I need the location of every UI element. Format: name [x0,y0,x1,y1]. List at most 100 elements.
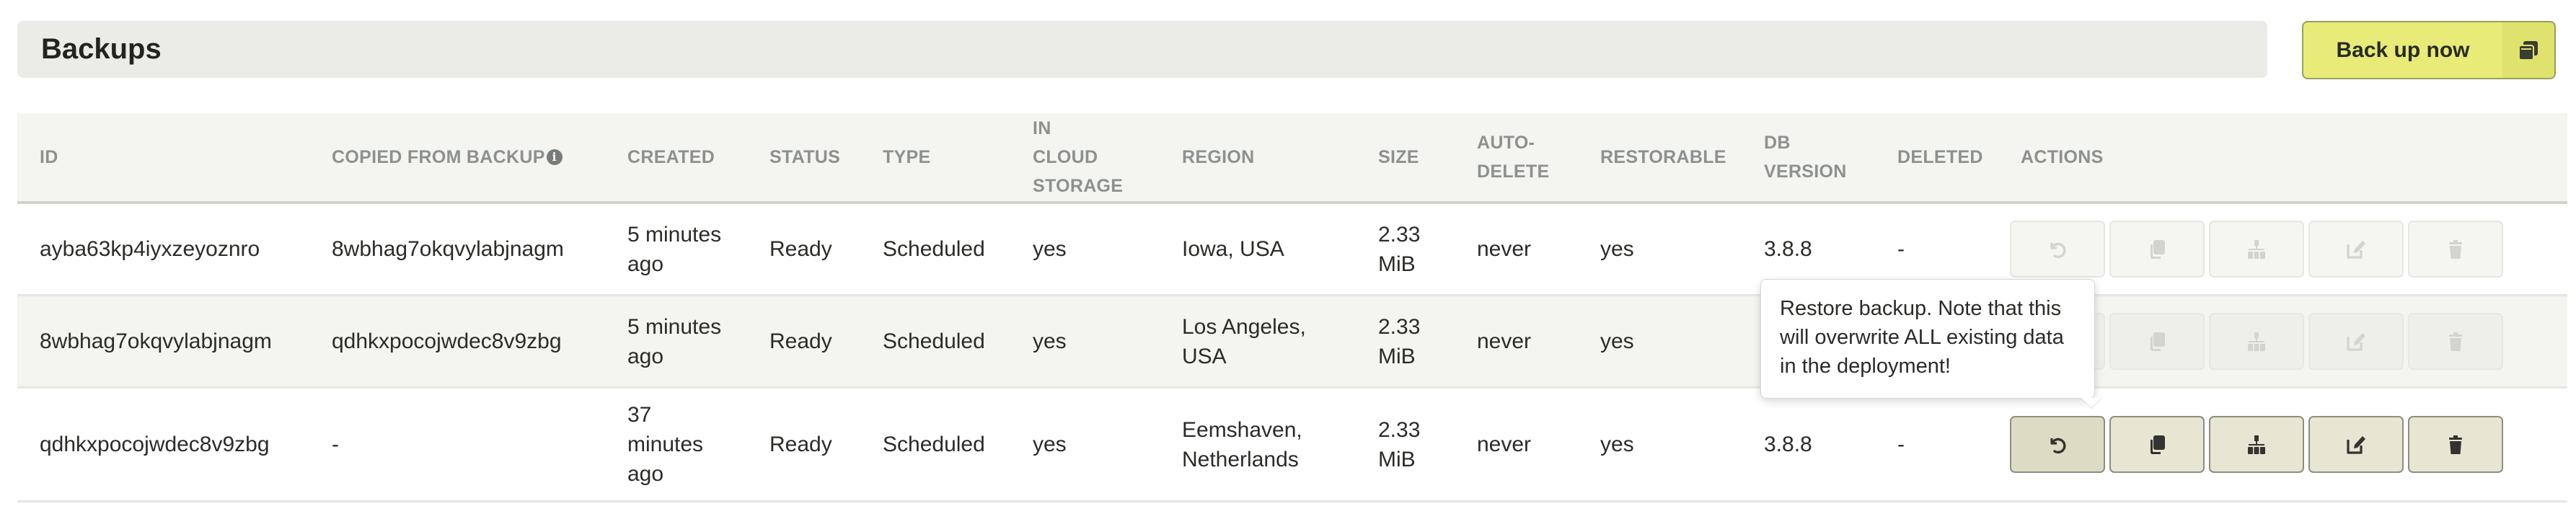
cell-status: Ready [769,329,832,353]
cell-region: Los Angeles, USA [1182,314,1306,368]
edit-icon [2345,331,2367,353]
clone-icon [2146,331,2168,353]
column-header-label: STATUS [769,147,841,167]
column-header-deleted: DELETED [1897,113,2013,201]
cell-size: 2.33 MiB [1378,417,1421,471]
column-header-created: CREATED [627,113,757,201]
cell-copied-from: - [332,433,339,456]
cell-id: qdhkxpocojwdec8v9zbg [40,433,270,456]
create-deployment-button[interactable] [2209,313,2304,370]
cell-created: 5 minutes ago [627,222,722,276]
cell-status: Ready [769,433,832,456]
cell-type: Scheduled [883,237,985,261]
cell-type: Scheduled [883,329,985,353]
clone-button[interactable] [2109,416,2205,473]
column-header-label: DELETED [1897,147,1983,167]
sitemap-icon [2246,434,2267,456]
column-header-label: AUTO-DELETE [1477,133,1550,182]
table-body: ayba63kp4iyxzeyoznro 8wbhag7okqvylabjnagm… [17,204,2567,502]
cell-restorable: yes [1600,329,1634,353]
cell-size: 2.33 MiB [1378,314,1421,368]
cell-db-version: 3.8.8 [1764,433,1812,456]
cell-region: Iowa, USA [1182,237,1284,261]
delete-button[interactable] [2408,416,2503,473]
cell-deleted: - [1897,433,1905,456]
page-title: Backups [41,33,162,65]
column-header-size: SIZE [1378,113,1472,201]
edit-button[interactable] [2308,416,2404,473]
cell-created: 5 minutes ago [627,314,722,368]
create-deployment-button[interactable] [2209,416,2304,473]
cell-auto-delete: never [1477,433,1532,456]
column-header-label: CREATED [627,147,715,167]
cell-status: Ready [769,237,832,261]
back-up-now-label: Back up now [2336,38,2470,62]
back-up-now-button[interactable]: Back up now [2302,21,2556,79]
column-header-restorable: RESTORABLE [1600,113,1759,201]
column-header-status: STATUS [769,113,878,201]
restore-icon [2047,434,2068,456]
table-row: ayba63kp4iyxzeyoznro 8wbhag7okqvylabjnagm… [17,204,2567,296]
cell-restorable: yes [1600,433,1634,456]
column-header-db-version: DB VERSION [1764,113,1894,201]
table-row: 8wbhag7okqvylabjnagm qdhkxpocojwdec8v9zbg… [17,296,2567,389]
column-header-actions: ACTIONS [2021,113,2526,201]
table-header: ID COPIED FROM BACKUP i CREATED STATUS TYPE IN… [17,113,2567,204]
column-header-label: RESTORABLE [1600,147,1726,167]
cell-in-cloud-storage: yes [1033,329,1067,353]
column-header-label: SIZE [1378,147,1419,167]
cell-in-cloud-storage: yes [1033,237,1067,261]
clone-icon [2146,434,2168,456]
create-deployment-button[interactable] [2209,221,2304,278]
column-header-label: IN CLOUD STORAGE [1033,118,1124,196]
cell-copied-from: qdhkxpocojwdec8v9zbg [332,329,562,353]
column-header-copied-from: COPIED FROM BACKUP i [332,113,620,201]
restore-button[interactable] [2010,221,2105,278]
restore-button[interactable] [2010,416,2105,473]
sitemap-icon [2246,331,2267,353]
column-header-label: COPIED FROM BACKUP [332,147,545,167]
restore-icon [2047,239,2068,260]
cell-size: 2.33 MiB [1378,222,1421,276]
column-header-label: ACTIONS [2021,147,2104,167]
table-row: qdhkxpocojwdec8v9zbg - 37 minutes ago Ready… [17,389,2567,502]
delete-button[interactable] [2408,313,2503,370]
edit-button[interactable] [2308,221,2404,278]
column-header-type: TYPE [883,113,1027,201]
edit-icon [2345,239,2367,260]
column-header-label: ID [40,147,58,167]
edit-icon [2345,434,2367,456]
cell-id: 8wbhag7okqvylabjnagm [40,329,272,353]
cell-auto-delete: never [1477,237,1532,261]
column-header-label: REGION [1182,147,1255,167]
trash-icon [2445,239,2466,260]
sitemap-icon [2246,239,2267,260]
clone-button[interactable] [2109,221,2205,278]
column-header-label: DB VERSION [1764,133,1847,182]
info-icon[interactable]: i [546,149,563,165]
clone-icon [2146,239,2168,260]
column-header-region: REGION [1182,113,1369,201]
page-header: Backups [17,21,2267,78]
column-header-id: ID [40,113,328,201]
tooltip-arrow [2081,398,2101,408]
cell-type: Scheduled [883,433,985,456]
edit-button[interactable] [2308,313,2404,370]
column-header-auto-delete: AUTO-DELETE [1477,113,1592,201]
clone-button[interactable] [2109,313,2205,370]
cell-copied-from: 8wbhag7okqvylabjnagm [332,237,564,261]
column-header-label: TYPE [883,147,931,167]
delete-button[interactable] [2408,221,2503,278]
cell-in-cloud-storage: yes [1033,433,1067,456]
trash-icon [2445,331,2466,353]
cell-region: Eemshaven, Netherlands [1182,417,1302,471]
clone-icon [2502,22,2554,78]
cell-auto-delete: never [1477,329,1532,353]
restore-tooltip: Restore backup. Note that this will over… [1760,279,2095,399]
column-header-in-cloud-storage: IN CLOUD STORAGE [1033,113,1177,201]
backups-table: ID COPIED FROM BACKUP i CREATED STATUS TYPE IN… [17,113,2567,502]
cell-id: ayba63kp4iyxzeyoznro [40,237,260,261]
cell-created: 37 minutes ago [627,403,704,486]
cell-restorable: yes [1600,237,1634,261]
trash-icon [2445,434,2466,456]
